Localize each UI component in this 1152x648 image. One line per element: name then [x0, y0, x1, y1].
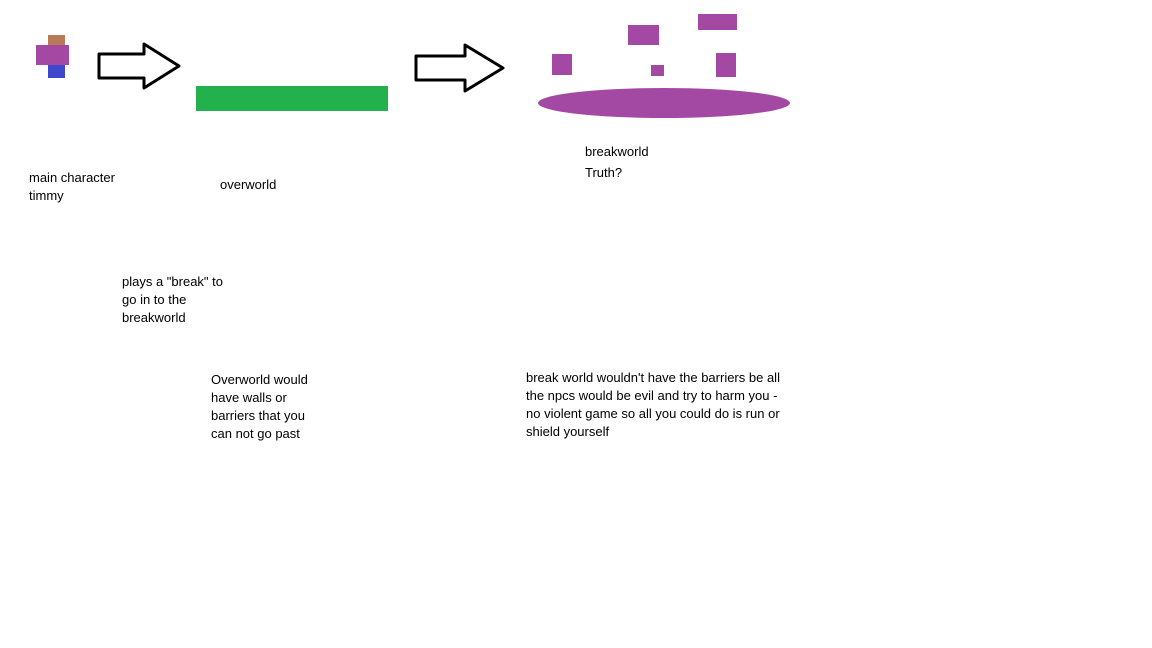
character-label-line1: main character [29, 170, 115, 185]
breakworld-label-group: breakworld Truth? [585, 141, 649, 183]
breakworld-note-line: shield yourself [526, 424, 610, 439]
breakworld-label: breakworld [585, 144, 649, 159]
overworld-note-line: Overworld would [211, 372, 308, 387]
breakworld-note-line: the npcs would be evil and try to harm y… [526, 388, 778, 403]
overworld-note-line: have walls or [211, 390, 287, 405]
breakworld-sublabel: Truth? [585, 165, 623, 180]
breakworld-note: break world wouldn't have the barriers b… [526, 369, 780, 441]
breakworld-fragment [552, 54, 572, 75]
character-label: main character timmy [29, 169, 115, 205]
overworld-note-line: can not go past [211, 426, 300, 441]
character-legs [48, 65, 65, 78]
character-body [36, 45, 69, 65]
overworld-note-line: barriers that you [211, 408, 305, 423]
overworld-label: overworld [220, 177, 277, 192]
character-label-line2: timmy [29, 188, 64, 203]
arrow-right-icon [97, 42, 181, 90]
transition-note-line: breakworld [122, 310, 186, 325]
transition-note: plays a "break" to go in to the breakwor… [122, 273, 223, 327]
transition-note-line: plays a "break" to [122, 274, 224, 289]
breakworld-fragment [716, 53, 736, 77]
arrow-right-icon [414, 43, 505, 93]
overworld-platform [196, 86, 388, 111]
breakworld-fragment [628, 25, 659, 45]
overworld-note: Overworld would have walls or barriers t… [211, 371, 308, 443]
breakworld-note-line: break world wouldn't have the barriers b… [526, 370, 780, 385]
breakworld-fragment [651, 65, 664, 76]
transition-note-line: go in to the [122, 292, 187, 307]
breakworld-platform [538, 88, 790, 118]
breakworld-fragment [698, 14, 737, 30]
character-head [48, 35, 65, 45]
breakworld-note-line: no violent game so all you could do is r… [526, 406, 780, 421]
